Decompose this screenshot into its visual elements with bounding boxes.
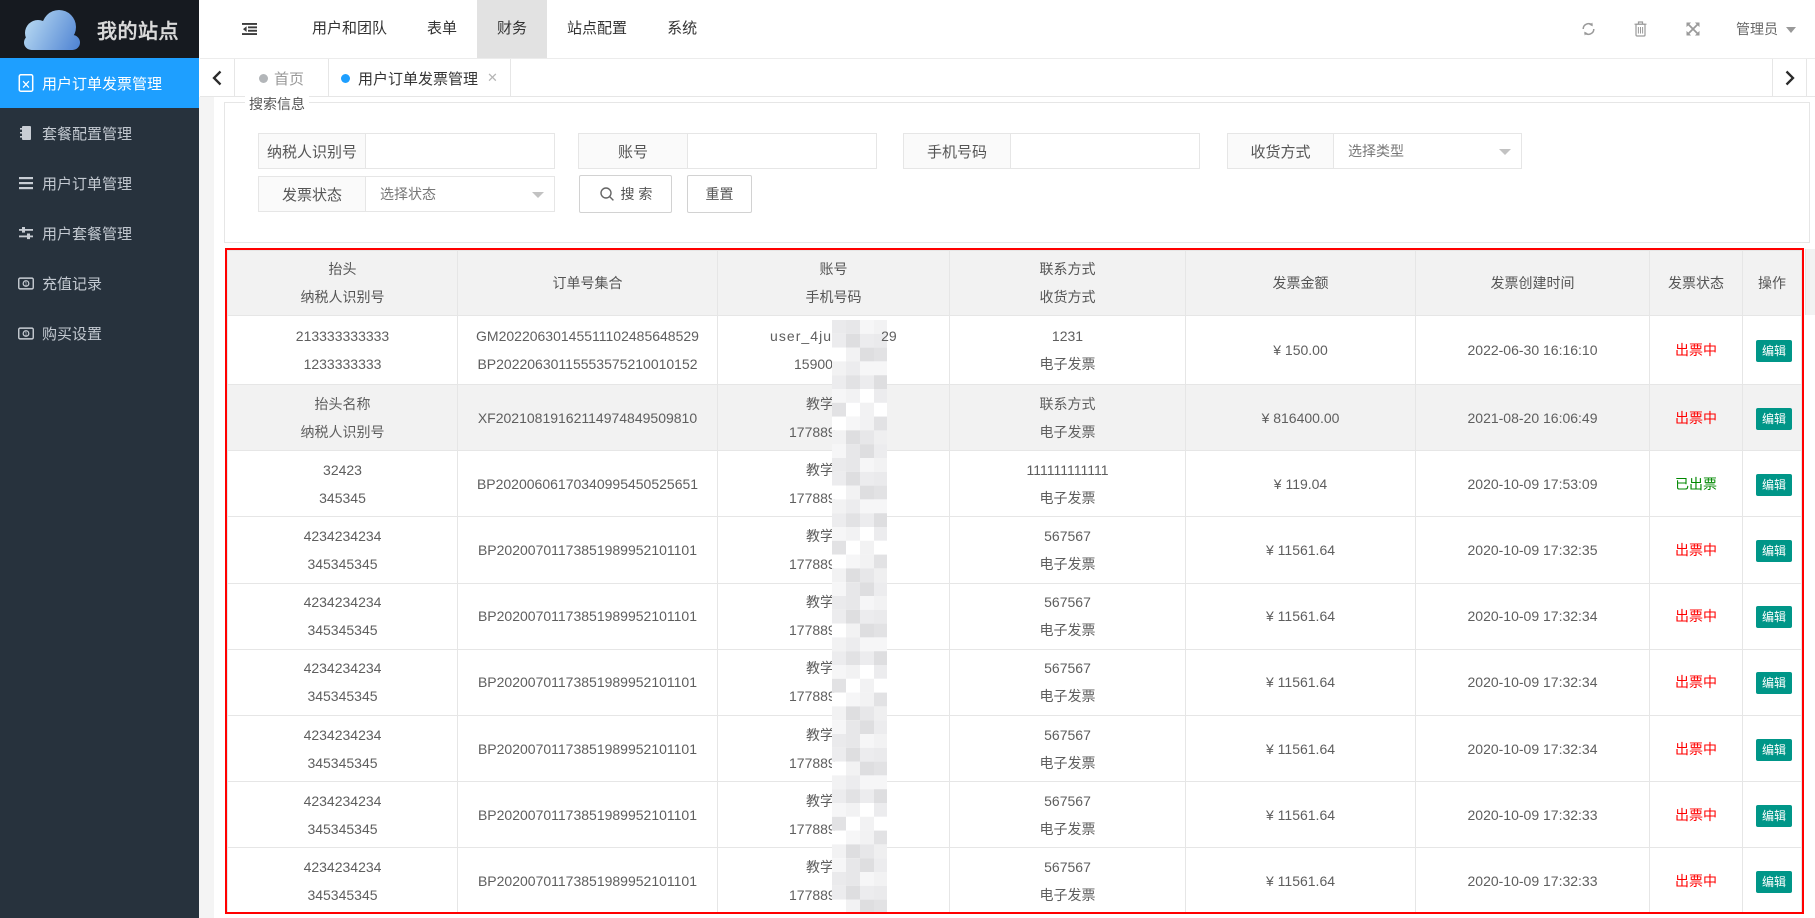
svg-text:1: 1	[24, 281, 27, 287]
svg-text:1: 1	[24, 331, 27, 337]
